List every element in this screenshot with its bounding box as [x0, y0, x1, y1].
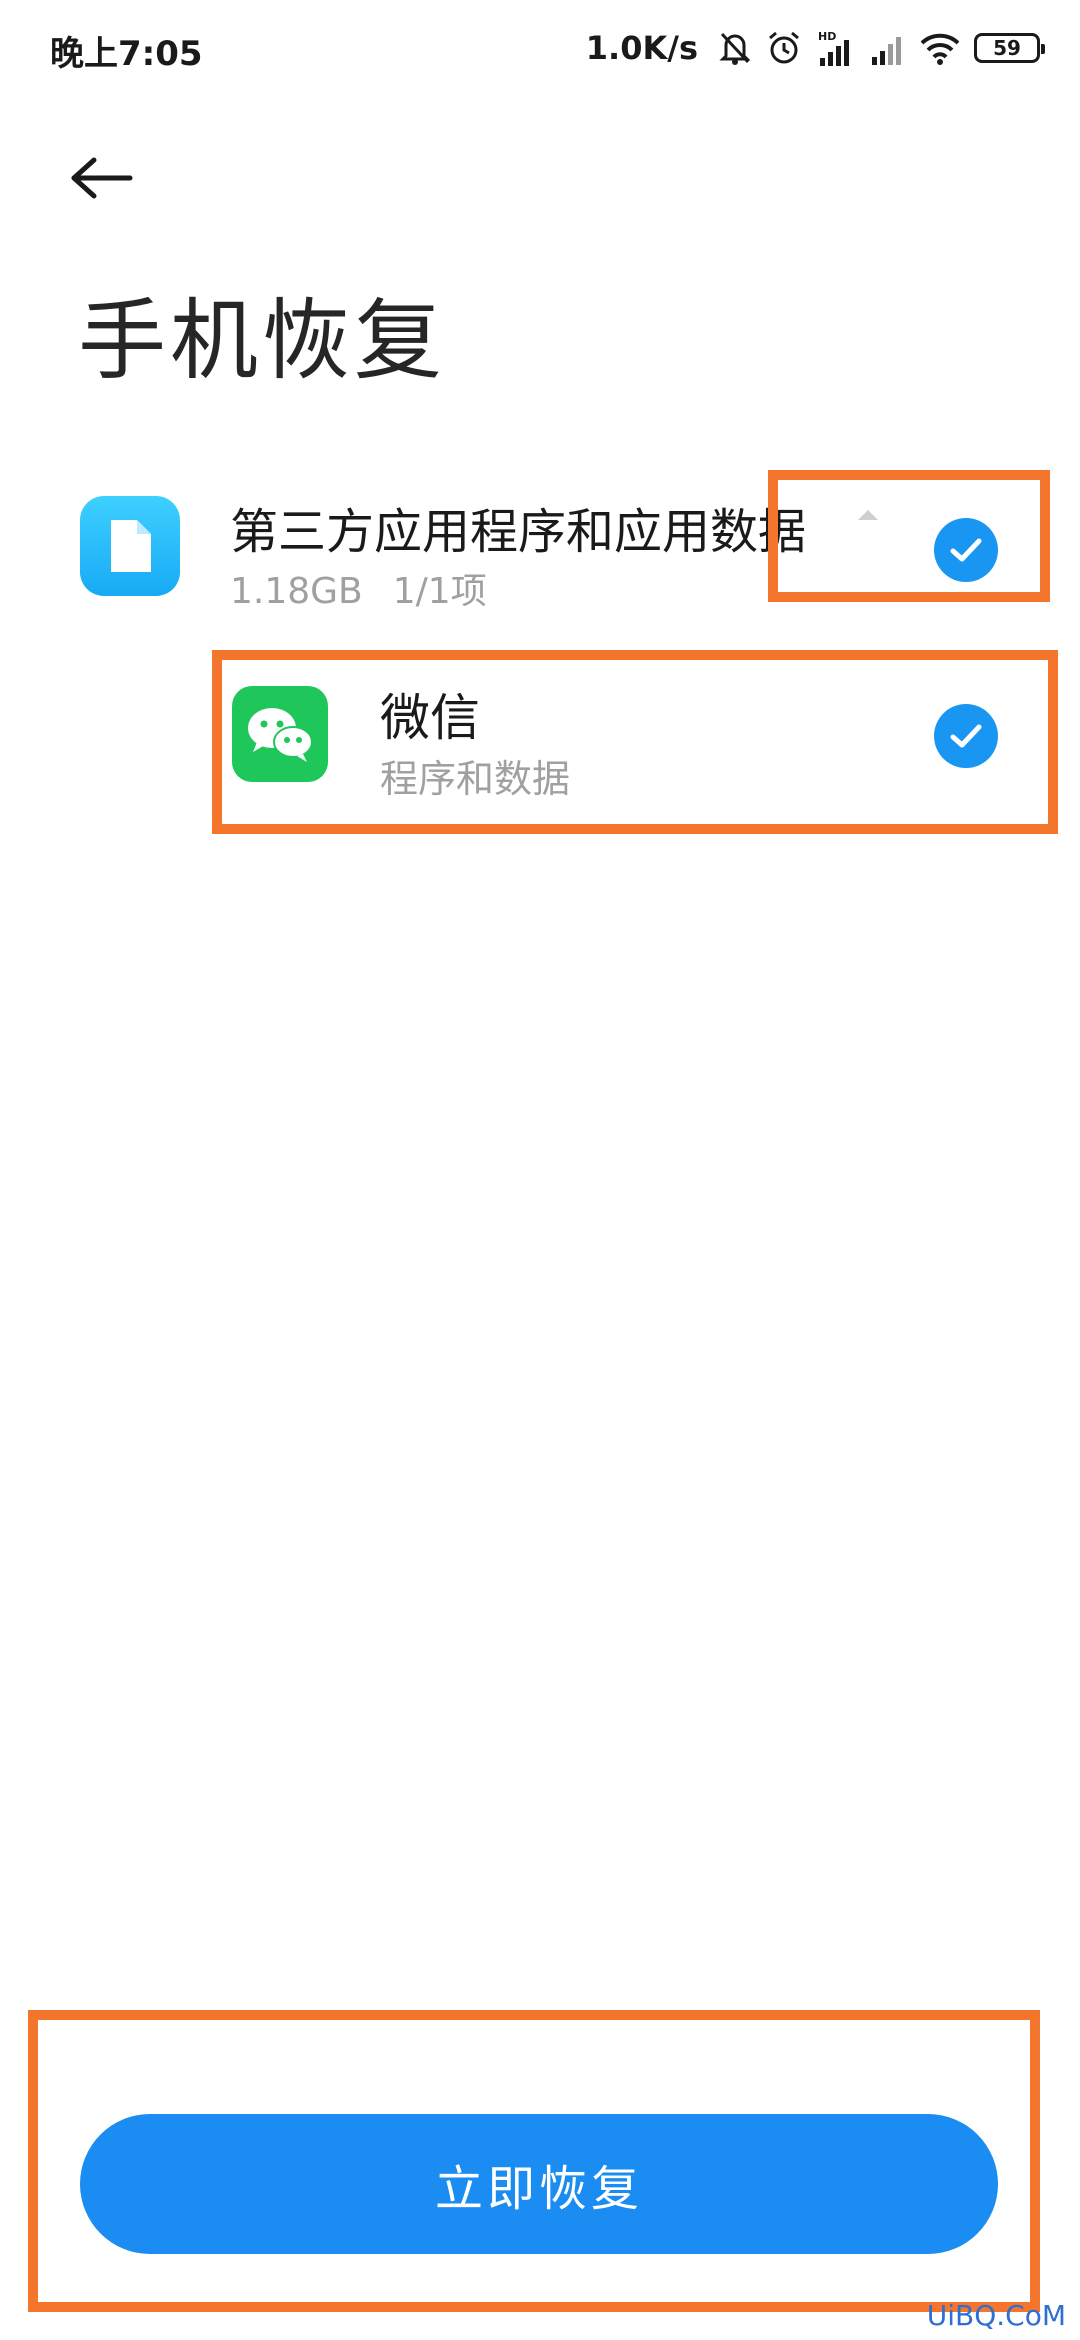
- file-icon: [80, 496, 180, 596]
- group-subtitle: 1.18GB 1/1项: [230, 562, 517, 614]
- group-title: 第三方应用程序和应用数据: [230, 504, 807, 560]
- checkmark-icon: [950, 724, 982, 748]
- wifi-icon: [920, 31, 960, 65]
- back-button[interactable]: [70, 140, 160, 220]
- group-size: 1.18GB: [230, 571, 363, 612]
- app-subtitle: 程序和数据: [380, 757, 571, 801]
- group-count: 1/1项: [392, 571, 487, 612]
- mute-bell-icon: [718, 30, 752, 66]
- network-speed: 1.0K/s: [585, 29, 698, 67]
- highlight-box-wechat: [212, 650, 1058, 834]
- watermark: UiBQ.CoM: [926, 2299, 1066, 2332]
- battery-icon: 59: [974, 33, 1045, 63]
- app-name: 微信: [380, 689, 480, 747]
- app-data-group[interactable]: 第三方应用程序和应用数据 1.18GB 1/1项: [0, 470, 1080, 620]
- checkmark-icon: [950, 538, 982, 562]
- signal-icon: [870, 30, 906, 66]
- wechat-icon: [232, 686, 328, 782]
- battery-level: 59: [993, 36, 1021, 60]
- expand-arrow-icon[interactable]: [858, 510, 878, 520]
- hd-signal-icon: HD: [816, 28, 856, 68]
- page-title: 手机恢复: [78, 289, 447, 392]
- svg-text:HD: HD: [818, 30, 836, 43]
- status-icons: 1.0K/s HD 59: [585, 26, 1045, 70]
- back-arrow-icon: [70, 156, 134, 204]
- status-bar: 晚上7:05 1.0K/s HD 59: [0, 0, 1080, 100]
- alarm-icon: [766, 30, 802, 66]
- group-checkbox[interactable]: [934, 518, 998, 582]
- status-time: 晚上7:05: [50, 34, 203, 74]
- app-checkbox[interactable]: [934, 704, 998, 768]
- restore-now-button[interactable]: 立即恢复: [80, 2114, 998, 2254]
